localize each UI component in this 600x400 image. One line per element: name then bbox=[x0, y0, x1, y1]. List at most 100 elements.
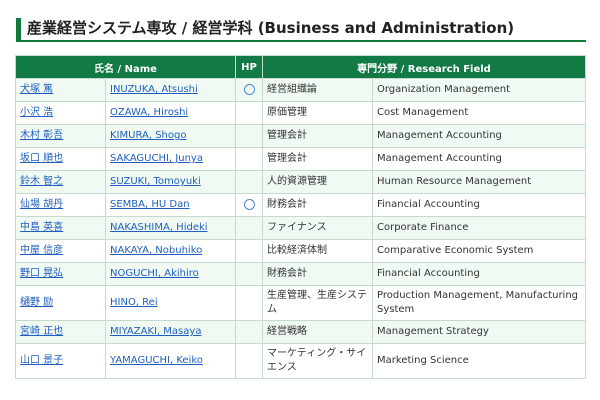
header-name: 氏名 / Name bbox=[15, 55, 236, 79]
name-en-cell: NAKAYA, Nobuhiko bbox=[105, 239, 236, 263]
name-ja-link[interactable]: 樋野 励 bbox=[20, 297, 53, 308]
field-ja: 経営戦略 bbox=[262, 320, 373, 344]
name-en-cell: SEMBA, HU Dan bbox=[105, 193, 236, 217]
name-ja-link[interactable]: 野口 晃弘 bbox=[20, 268, 63, 279]
name-en-link[interactable]: SEMBA, HU Dan bbox=[110, 199, 190, 210]
table-row: 仙場 胡丹 SEMBA, HU Dan 財務会計 Financial Accounti… bbox=[15, 193, 587, 217]
field-en: Management Accounting bbox=[371, 124, 587, 148]
table-row: 犬塚 篤 INUZUKA, Atsushi 経営組織論 Organization Ma… bbox=[15, 78, 587, 102]
name-ja-cell: 仙場 胡丹 bbox=[15, 193, 106, 217]
table-row: 樋野 励 HINO, Rei 生産管理、生産システム Production Manag… bbox=[15, 285, 587, 321]
header-research-field: 専門分野 / Research Field bbox=[261, 55, 587, 79]
name-ja-cell: 宮崎 正也 bbox=[15, 320, 106, 344]
table-row: 中屋 信彦 NAKAYA, Nobuhiko 比較経済体制 Comparative E… bbox=[15, 239, 587, 263]
name-en-link[interactable]: MIYAZAKI, Masaya bbox=[110, 326, 201, 337]
homepage-link-icon[interactable] bbox=[243, 198, 255, 210]
field-en: Comparative Economic System bbox=[371, 239, 587, 263]
name-en-link[interactable]: NAKAYA, Nobuhiko bbox=[110, 245, 202, 256]
hp-cell bbox=[235, 320, 263, 344]
field-ja: 原価管理 bbox=[262, 101, 373, 125]
hp-cell bbox=[235, 78, 263, 102]
table-row: 木村 彰吾 KIMURA, Shogo 管理会計 Management Account… bbox=[15, 124, 587, 148]
hp-cell bbox=[235, 170, 263, 194]
name-ja-cell: 坂口 順也 bbox=[15, 147, 106, 171]
field-en: Production Management, Manufacturing Sys… bbox=[371, 285, 587, 321]
name-en-link[interactable]: YAMAGUCHI, Keiko bbox=[110, 355, 203, 366]
name-ja-link[interactable]: 中島 英喜 bbox=[20, 222, 63, 233]
name-en-link[interactable]: NAKASHIMA, Hideki bbox=[110, 222, 208, 233]
field-en: Corporate Finance bbox=[371, 216, 587, 240]
table-row: 小沢 浩 OZAWA, Hiroshi 原価管理 Cost Management bbox=[15, 101, 587, 125]
hp-cell bbox=[235, 147, 263, 171]
name-ja-cell: 犬塚 篤 bbox=[15, 78, 106, 102]
field-en: Organization Management bbox=[371, 78, 587, 102]
field-ja: マーケティング・サイエンス bbox=[262, 343, 373, 379]
name-en-cell: MIYAZAKI, Masaya bbox=[105, 320, 236, 344]
name-ja-link[interactable]: 坂口 順也 bbox=[20, 153, 63, 164]
field-ja: 管理会計 bbox=[262, 124, 373, 148]
name-en-cell: HINO, Rei bbox=[105, 285, 236, 321]
header-hp: HP bbox=[235, 55, 263, 79]
name-ja-link[interactable]: 仙場 胡丹 bbox=[20, 199, 63, 210]
name-en-link[interactable]: SAKAGUCHI, Junya bbox=[110, 153, 203, 164]
field-ja: ファイナンス bbox=[262, 216, 373, 240]
table-header-row: 氏名 / Name HP 専門分野 / Research Field bbox=[15, 55, 587, 79]
field-en: Marketing Science bbox=[371, 343, 587, 379]
field-ja: 財務会計 bbox=[262, 262, 373, 286]
name-ja-link[interactable]: 中屋 信彦 bbox=[20, 245, 63, 256]
field-en: Management Strategy bbox=[371, 320, 587, 344]
hp-cell bbox=[235, 216, 263, 240]
page-title: 産業経営システム専攻 / 経営学科 (Business and Administ… bbox=[16, 18, 586, 43]
name-ja-cell: 小沢 浩 bbox=[15, 101, 106, 125]
field-ja: 比較経済体制 bbox=[262, 239, 373, 263]
name-ja-link[interactable]: 木村 彰吾 bbox=[20, 130, 63, 141]
name-en-cell: NOGUCHI, Akihiro bbox=[105, 262, 236, 286]
field-ja: 管理会計 bbox=[262, 147, 373, 171]
hp-cell bbox=[235, 343, 263, 379]
field-ja: 経営組織論 bbox=[262, 78, 373, 102]
table-row: 野口 晃弘 NOGUCHI, Akihiro 財務会計 Financial Accou… bbox=[15, 262, 587, 286]
field-ja: 人的資源管理 bbox=[262, 170, 373, 194]
name-en-cell: NAKASHIMA, Hideki bbox=[105, 216, 236, 240]
name-ja-link[interactable]: 山口 景子 bbox=[20, 355, 63, 366]
name-ja-link[interactable]: 犬塚 篤 bbox=[20, 84, 53, 95]
name-en-cell: KIMURA, Shogo bbox=[105, 124, 236, 148]
name-en-cell: OZAWA, Hiroshi bbox=[105, 101, 236, 125]
faculty-table: 氏名 / Name HP 専門分野 / Research Field 犬塚 篤 I… bbox=[15, 55, 587, 379]
name-ja-cell: 中屋 信彦 bbox=[15, 239, 106, 263]
name-en-link[interactable]: SUZUKI, Tomoyuki bbox=[110, 176, 201, 187]
field-en: Human Resource Management bbox=[371, 170, 587, 194]
table-row: 宮崎 正也 MIYAZAKI, Masaya 経営戦略 Management Stra… bbox=[15, 320, 587, 344]
hp-cell bbox=[235, 239, 263, 263]
field-en: Management Accounting bbox=[371, 147, 587, 171]
name-ja-link[interactable]: 小沢 浩 bbox=[20, 107, 53, 118]
name-en-link[interactable]: OZAWA, Hiroshi bbox=[110, 107, 188, 118]
name-ja-cell: 中島 英喜 bbox=[15, 216, 106, 240]
name-ja-cell: 樋野 励 bbox=[15, 285, 106, 321]
name-en-link[interactable]: NOGUCHI, Akihiro bbox=[110, 268, 199, 279]
hp-cell bbox=[235, 193, 263, 217]
name-en-link[interactable]: KIMURA, Shogo bbox=[110, 130, 186, 141]
name-ja-cell: 木村 彰吾 bbox=[15, 124, 106, 148]
field-en: Financial Accounting bbox=[371, 262, 587, 286]
name-en-cell: INUZUKA, Atsushi bbox=[105, 78, 236, 102]
name-ja-link[interactable]: 宮崎 正也 bbox=[20, 326, 63, 337]
table-row: 坂口 順也 SAKAGUCHI, Junya 管理会計 Management Acco… bbox=[15, 147, 587, 171]
hp-cell bbox=[235, 101, 263, 125]
hp-cell bbox=[235, 285, 263, 321]
name-ja-link[interactable]: 鈴木 智之 bbox=[20, 176, 63, 187]
name-en-cell: YAMAGUCHI, Keiko bbox=[105, 343, 236, 379]
table-row: 鈴木 智之 SUZUKI, Tomoyuki 人的資源管理 Human Resourc… bbox=[15, 170, 587, 194]
field-ja: 生産管理、生産システム bbox=[262, 285, 373, 321]
name-en-link[interactable]: HINO, Rei bbox=[110, 297, 158, 308]
table-row: 山口 景子 YAMAGUCHI, Keiko マーケティング・サイエンス Market… bbox=[15, 343, 587, 379]
field-ja: 財務会計 bbox=[262, 193, 373, 217]
name-ja-cell: 山口 景子 bbox=[15, 343, 106, 379]
name-en-link[interactable]: INUZUKA, Atsushi bbox=[110, 84, 198, 95]
name-en-cell: SUZUKI, Tomoyuki bbox=[105, 170, 236, 194]
homepage-link-icon[interactable] bbox=[243, 83, 255, 95]
table-row: 中島 英喜 NAKASHIMA, Hideki ファイナンス Corporate Fi… bbox=[15, 216, 587, 240]
hp-cell bbox=[235, 124, 263, 148]
field-en: Cost Management bbox=[371, 101, 587, 125]
hp-cell bbox=[235, 262, 263, 286]
